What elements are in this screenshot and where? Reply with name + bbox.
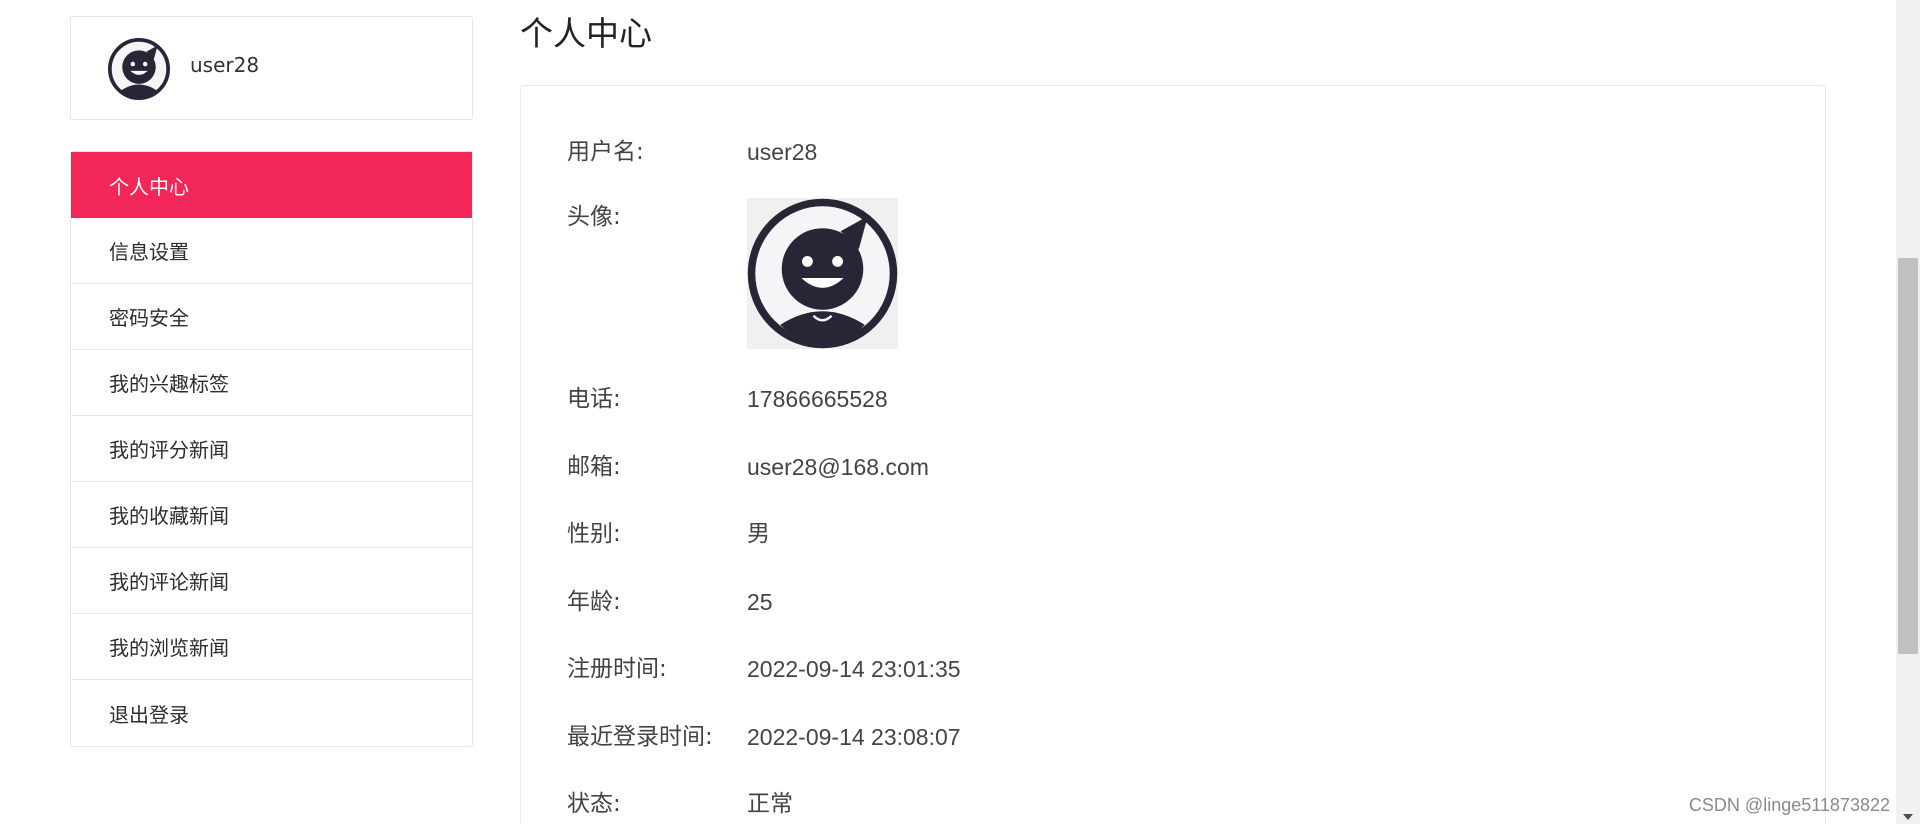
field-value-register-time: 2022-09-14 23:01:35 — [747, 656, 961, 682]
sidebar-item-label: 信息设置 — [109, 240, 189, 264]
sidebar-item-commented-news[interactable]: 我的评论新闻 — [71, 548, 472, 614]
smiley-avatar-icon — [108, 38, 170, 100]
sidebar-item-label: 我的评论新闻 — [109, 570, 229, 594]
info-row-age: 年龄: 25 — [567, 586, 773, 618]
sidebar-item-favorite-news[interactable]: 我的收藏新闻 — [71, 482, 472, 548]
user-info-card: 用户名: user28 头像: 电话: 17866665528 邮箱: user… — [520, 85, 1826, 824]
field-label: 状态: — [567, 791, 621, 817]
sidebar-item-personal-center[interactable]: 个人中心 — [71, 152, 472, 218]
field-value-age: 25 — [747, 589, 773, 615]
scrollbar-thumb[interactable] — [1898, 258, 1918, 654]
sidebar-item-logout[interactable]: 退出登录 — [71, 680, 472, 746]
field-label: 性别: — [567, 521, 621, 547]
sidebar-item-info-settings[interactable]: 信息设置 — [71, 218, 472, 284]
field-value-gender: 男 — [747, 521, 770, 547]
sidebar-item-label: 个人中心 — [109, 174, 189, 199]
sidebar-item-browsed-news[interactable]: 我的浏览新闻 — [71, 614, 472, 680]
sidebar-item-interest-tags[interactable]: 我的兴趣标签 — [71, 350, 472, 416]
sidebar-item-label: 密码安全 — [109, 306, 189, 330]
sidebar-item-label: 退出登录 — [109, 702, 189, 727]
info-row-avatar: 头像: — [567, 198, 898, 349]
page-title: 个人中心 — [520, 14, 652, 53]
field-label: 头像: — [567, 204, 621, 230]
info-row-last-login: 最近登录时间: 2022-09-14 23:08:07 — [567, 721, 961, 753]
info-row-register-time: 注册时间: 2022-09-14 23:01:35 — [567, 653, 961, 685]
sidebar-item-label: 我的浏览新闻 — [109, 636, 229, 660]
sidebar-item-rated-news[interactable]: 我的评分新闻 — [71, 416, 472, 482]
field-value-last-login: 2022-09-14 23:08:07 — [747, 724, 961, 750]
profile-card: user28 — [70, 16, 473, 120]
scroll-down-arrow-icon[interactable] — [1903, 814, 1913, 820]
profile-username: user28 — [190, 53, 260, 77]
info-row-username: 用户名: user28 — [567, 136, 817, 168]
field-label: 最近登录时间: — [567, 724, 713, 750]
field-value-email: user28@168.com — [747, 454, 929, 480]
info-row-phone: 电话: 17866665528 — [567, 383, 888, 415]
vertical-scrollbar[interactable] — [1896, 0, 1920, 824]
sidebar-item-password-security[interactable]: 密码安全 — [71, 284, 472, 350]
field-label: 注册时间: — [567, 656, 667, 682]
avatar — [747, 198, 898, 349]
smiley-avatar-icon — [747, 198, 898, 349]
field-value-username: user28 — [747, 139, 818, 165]
field-label: 电话: — [567, 386, 621, 412]
page: user28 个人中心 信息设置 密码安全 我的兴趣标签 我的评分新闻 我的收藏… — [0, 0, 1920, 824]
sidebar-item-label: 我的兴趣标签 — [109, 372, 229, 396]
field-label: 用户名: — [567, 139, 644, 165]
sidebar-menu: 个人中心 信息设置 密码安全 我的兴趣标签 我的评分新闻 我的收藏新闻 我的评论… — [70, 151, 473, 747]
field-label: 邮箱: — [567, 454, 621, 480]
watermark: CSDN @linge511873822 — [1688, 795, 1890, 815]
info-row-email: 邮箱: user28@168.com — [567, 451, 929, 483]
avatar[interactable] — [108, 38, 170, 100]
info-row-gender: 性别: 男 — [567, 518, 770, 550]
field-value-status: 正常 — [747, 791, 793, 817]
field-label: 年龄: — [567, 589, 621, 615]
sidebar-item-label: 我的评分新闻 — [109, 438, 229, 462]
info-row-status: 状态: 正常 — [567, 788, 793, 820]
field-value-phone: 17866665528 — [747, 386, 888, 412]
sidebar-item-label: 我的收藏新闻 — [109, 504, 229, 528]
